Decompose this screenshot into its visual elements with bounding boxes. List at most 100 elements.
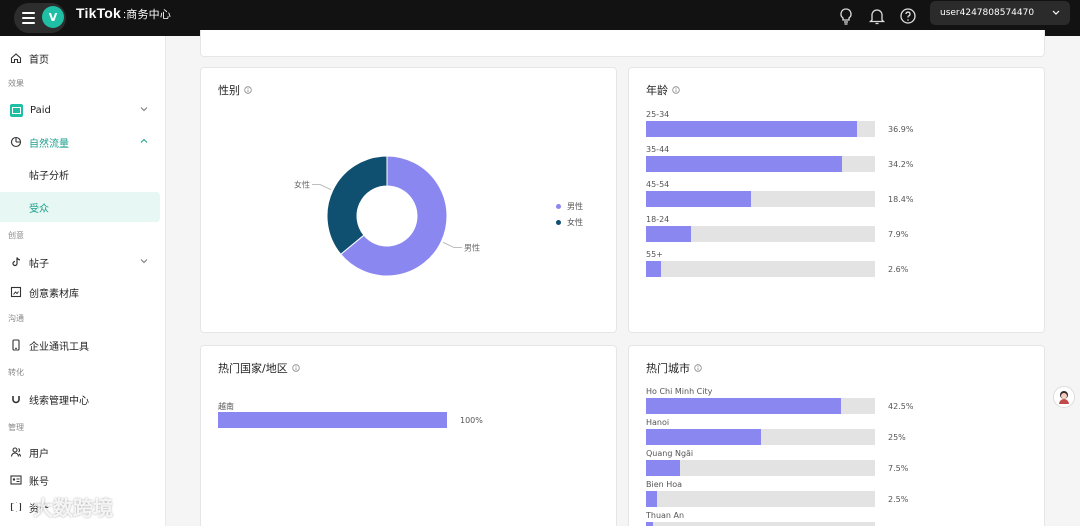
section-label: 转化 [8,368,24,377]
card-title: 热门国家/地区 [218,360,300,376]
bar-track [646,398,875,414]
bar-value-label: 7.9% [888,230,909,239]
city-title: 热门城市 [646,362,690,375]
bar-category-label: 55+ [646,250,663,259]
chevron-up-icon [140,138,148,143]
chevron-down-icon [140,107,148,112]
bar-fill[interactable] [646,429,761,445]
sidebar-item-audience[interactable]: 受众 [0,192,160,222]
bar-category-label: 45-54 [646,180,670,189]
bar-category-label: Ho Chi Minh City [646,387,713,396]
sidebar-item-users[interactable]: 用户 [0,437,160,467]
home-icon [10,53,22,64]
bar-track [646,156,875,172]
city-card: 热门城市 Ho Chi Minh City 42.5% Hanoi 25% Quang … [628,345,1045,526]
bar-track [646,121,875,137]
sidebar-item-accounts[interactable]: 账号 [0,465,160,495]
bar-value-label: 34.2% [888,160,914,169]
sidebar-item-label: 受众 [29,203,49,215]
watermark: 大数跨境 [6,492,113,521]
country-card: 热门国家/地区 越南 100% [200,345,617,526]
bar-track [218,412,447,428]
bar-value-label: 100% [460,416,483,425]
donut-slice-1[interactable] [326,155,388,255]
sidebar-item-post-analytics[interactable]: 帖子分析 [0,159,160,189]
sidebar-item-leads[interactable]: 线索管理中心 [0,384,160,414]
id-card-icon [10,475,22,485]
bar-category-label: Thuan An [646,511,685,520]
legend-item-female[interactable]: 女性 [556,217,583,228]
section-label: 沟通 [8,314,24,323]
sidebar-item-home[interactable]: 首页 [0,43,160,73]
watermark-logo-icon [6,500,27,513]
bar-track [646,522,875,526]
legend-label: 女性 [567,218,583,227]
donut-label: 男性 [464,243,480,253]
section-label: 效果 [8,79,24,88]
account-avatar[interactable]: V [42,6,64,28]
chevron-down-icon [1052,10,1060,15]
bar-value-label: 2.6% [888,265,909,274]
bar-category-label: 越南 [218,402,234,411]
sidebar-item-posts[interactable]: 帖子 [0,247,160,277]
bar-track [646,261,875,277]
legend-dot [556,220,561,225]
sidebar-item-label: 创意素材库 [29,288,79,300]
user-menu[interactable]: user4247808574470 [930,1,1070,25]
legend-dot [556,204,561,209]
sidebar-item-paid[interactable]: Paid [0,95,160,125]
sidebar-item-organic[interactable]: 自然流量 [0,127,160,157]
bar-value-label: 2.5% [888,495,909,504]
previous-card [200,30,1045,57]
donut-label-line [312,184,332,190]
bar-category-label: Hanoi [646,418,670,427]
brand-name: TikTok [76,5,122,21]
bar-value-label: 25% [888,433,906,442]
sidebar-item-label: 线索管理中心 [29,395,89,407]
username: user4247808574470 [940,8,1035,18]
bar-value-label: 7.5% [888,464,909,473]
bar-fill[interactable] [646,522,653,526]
info-icon[interactable] [672,86,680,94]
bar-category-label: 35-44 [646,145,670,154]
bar-fill[interactable] [646,191,752,207]
bar-value-label: 18.4% [888,195,914,204]
sidebar-item-label: 企业通讯工具 [29,341,89,353]
sidebar-item-label: Paid [30,104,51,116]
brand-sub: :商务中心 [123,9,172,21]
section-label: 创意 [8,231,24,240]
info-icon[interactable] [694,364,702,372]
bar-fill[interactable] [646,261,661,277]
info-icon[interactable] [292,364,300,372]
brand-logo: TikTok:商务中心 [76,5,171,22]
tiktok-icon [12,257,21,267]
sidebar-item-creative-library[interactable]: 创意素材库 [0,277,160,307]
sidebar-item-messaging[interactable]: 企业通讯工具 [0,330,160,360]
bar-category-label: 25-34 [646,110,670,119]
bar-fill[interactable] [646,226,692,242]
sidebar-item-label: 账号 [29,476,49,488]
bar-fill[interactable] [646,156,842,172]
donut-label: 女性 [294,179,310,189]
lightbulb-icon[interactable] [836,6,856,26]
gender-card: 性别 男性 女性 男性 女性 [200,67,617,333]
support-avatar[interactable] [1053,386,1075,408]
bell-icon[interactable] [867,6,887,26]
bar-track [646,191,875,207]
legend-item-male[interactable]: 男性 [556,201,583,212]
bar-fill[interactable] [646,491,658,507]
menu-group[interactable]: V [14,3,66,33]
library-icon [10,286,22,298]
magnet-icon [12,396,20,404]
bar-fill[interactable] [646,121,858,137]
sidebar-item-label: 自然流量 [29,138,69,150]
card-title: 年龄 [646,82,680,98]
bar-fill[interactable] [646,398,841,414]
bar-fill[interactable] [218,412,447,428]
users-icon [10,447,22,457]
hamburger-menu-icon[interactable] [22,12,35,24]
bar-track [646,429,875,445]
bar-fill[interactable] [646,460,681,476]
bar-value-label: 36.9% [888,125,914,134]
help-icon[interactable] [898,6,918,26]
